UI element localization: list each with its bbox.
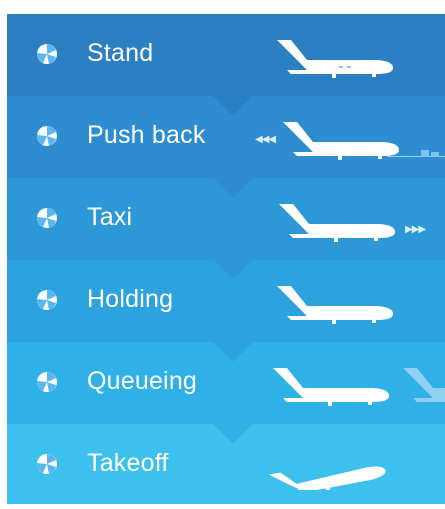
pie-chart-icon xyxy=(37,126,57,146)
flight-stages-panel: Stand Push back ◀◀◀ Taxi ▶▶▶ Holding Que… xyxy=(7,14,445,504)
airplane-icon xyxy=(283,120,401,160)
forward-arrows-icon: ▶▶▶ xyxy=(405,224,426,235)
airplane-icon xyxy=(273,366,391,406)
stage-label: Takeoff xyxy=(87,449,169,477)
stage-label: Stand xyxy=(87,39,154,67)
airplane-icon xyxy=(277,38,395,78)
stage-stand[interactable]: Stand xyxy=(7,14,445,116)
pie-chart-icon xyxy=(37,454,57,474)
tug-icon xyxy=(431,152,439,157)
airplane-icon xyxy=(277,284,395,324)
airplane-takeoff-icon xyxy=(269,454,389,490)
tug-icon xyxy=(421,150,429,157)
stage-label: Push back xyxy=(87,121,206,149)
pie-chart-icon xyxy=(37,290,57,310)
stage-label: Queueing xyxy=(87,367,198,395)
pie-chart-icon xyxy=(37,208,57,228)
pie-chart-icon xyxy=(37,44,57,64)
airplane-icon xyxy=(279,202,397,242)
stage-label: Holding xyxy=(87,285,174,313)
stage-label: Taxi xyxy=(87,203,133,231)
pie-chart-icon xyxy=(37,372,57,392)
queued-airplane-icon xyxy=(403,366,445,406)
reverse-arrows-icon: ◀◀◀ xyxy=(255,134,276,145)
